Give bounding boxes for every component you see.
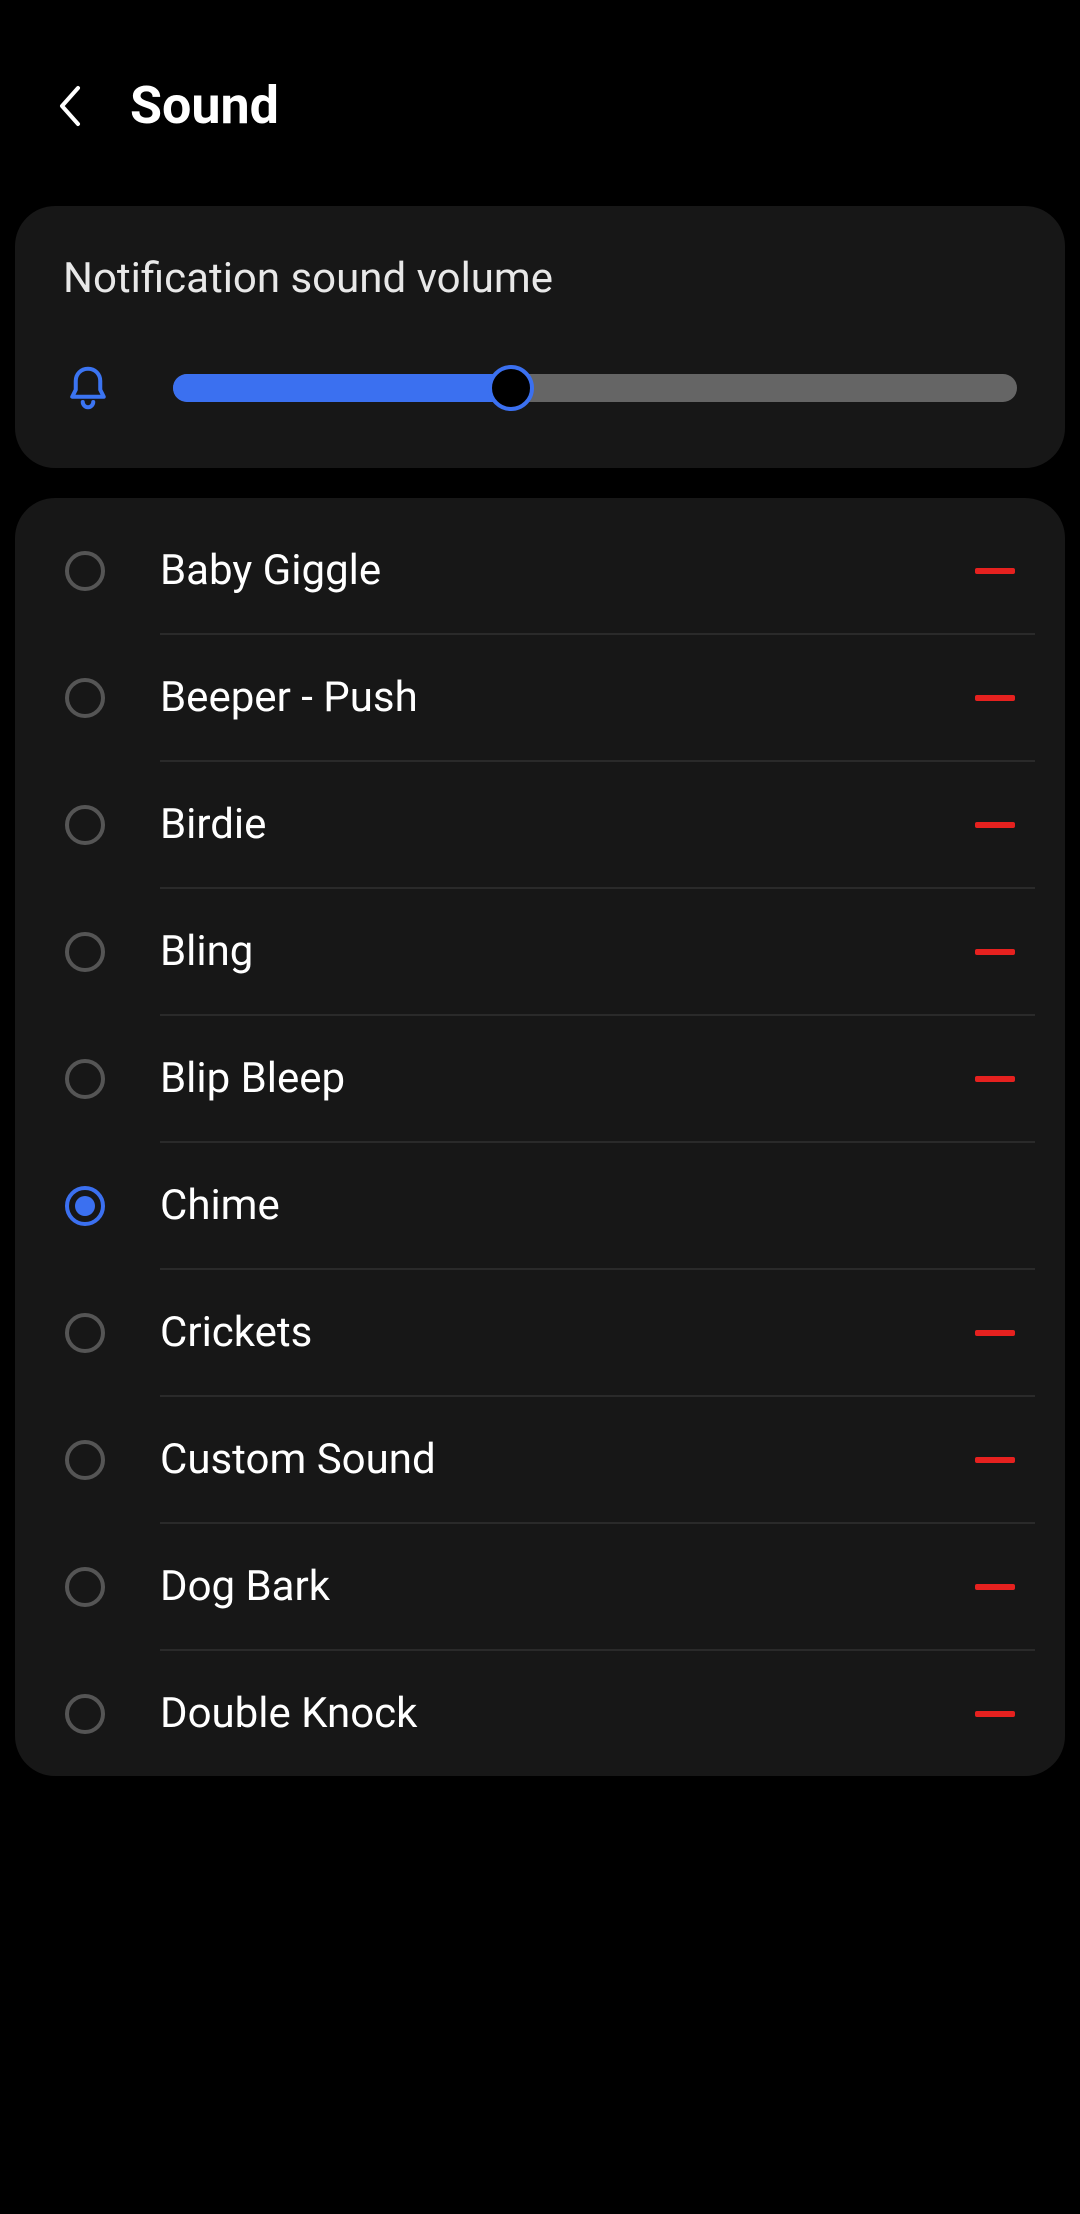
radio-button[interactable] bbox=[65, 1694, 105, 1734]
sound-item[interactable]: Blip Bleep bbox=[15, 1016, 1065, 1141]
remove-icon[interactable] bbox=[975, 822, 1015, 828]
volume-label: Notification sound volume bbox=[63, 254, 1017, 303]
bell-icon bbox=[63, 363, 113, 413]
slider-thumb[interactable] bbox=[488, 365, 534, 411]
sound-label: Birdie bbox=[160, 800, 975, 849]
sound-label: Baby Giggle bbox=[160, 546, 975, 595]
sound-label: Double Knock bbox=[160, 1689, 975, 1738]
radio-button[interactable] bbox=[65, 678, 105, 718]
sound-item[interactable]: Custom Sound bbox=[15, 1397, 1065, 1522]
volume-card: Notification sound volume bbox=[15, 206, 1065, 468]
radio-button[interactable] bbox=[65, 1567, 105, 1607]
radio-dot bbox=[75, 1196, 95, 1216]
sound-item[interactable]: Double Knock bbox=[15, 1651, 1065, 1776]
sound-item[interactable]: Baby Giggle bbox=[15, 508, 1065, 633]
remove-icon[interactable] bbox=[975, 1711, 1015, 1717]
radio-button[interactable] bbox=[65, 1059, 105, 1099]
page-title: Sound bbox=[130, 75, 279, 136]
header: Sound bbox=[0, 0, 1080, 196]
sound-item[interactable]: Chime bbox=[15, 1143, 1065, 1268]
remove-icon[interactable] bbox=[975, 1584, 1015, 1590]
sound-item[interactable]: Crickets bbox=[15, 1270, 1065, 1395]
remove-icon[interactable] bbox=[975, 1076, 1015, 1082]
sound-item[interactable]: Dog Bark bbox=[15, 1524, 1065, 1649]
radio-button[interactable] bbox=[65, 1313, 105, 1353]
remove-icon[interactable] bbox=[975, 949, 1015, 955]
sound-list: Baby Giggle Beeper - Push Birdie Bling Blip … bbox=[15, 498, 1065, 1776]
radio-button[interactable] bbox=[65, 551, 105, 591]
remove-icon[interactable] bbox=[975, 1457, 1015, 1463]
volume-slider[interactable] bbox=[173, 374, 1017, 402]
sound-label: Dog Bark bbox=[160, 1562, 975, 1611]
sound-label: Custom Sound bbox=[160, 1435, 975, 1484]
remove-icon[interactable] bbox=[975, 695, 1015, 701]
sound-label: Beeper - Push bbox=[160, 673, 975, 722]
back-icon[interactable] bbox=[50, 86, 90, 126]
radio-button[interactable] bbox=[65, 1186, 105, 1226]
sound-label: Bling bbox=[160, 927, 975, 976]
sound-label: Chime bbox=[160, 1181, 1025, 1230]
sound-item[interactable]: Birdie bbox=[15, 762, 1065, 887]
slider-fill bbox=[173, 374, 511, 402]
sound-label: Crickets bbox=[160, 1308, 975, 1357]
remove-icon[interactable] bbox=[975, 568, 1015, 574]
radio-button[interactable] bbox=[65, 805, 105, 845]
sound-item[interactable]: Bling bbox=[15, 889, 1065, 1014]
volume-row bbox=[63, 363, 1017, 413]
radio-button[interactable] bbox=[65, 932, 105, 972]
radio-button[interactable] bbox=[65, 1440, 105, 1480]
sound-item[interactable]: Beeper - Push bbox=[15, 635, 1065, 760]
remove-icon[interactable] bbox=[975, 1330, 1015, 1336]
sound-label: Blip Bleep bbox=[160, 1054, 975, 1103]
